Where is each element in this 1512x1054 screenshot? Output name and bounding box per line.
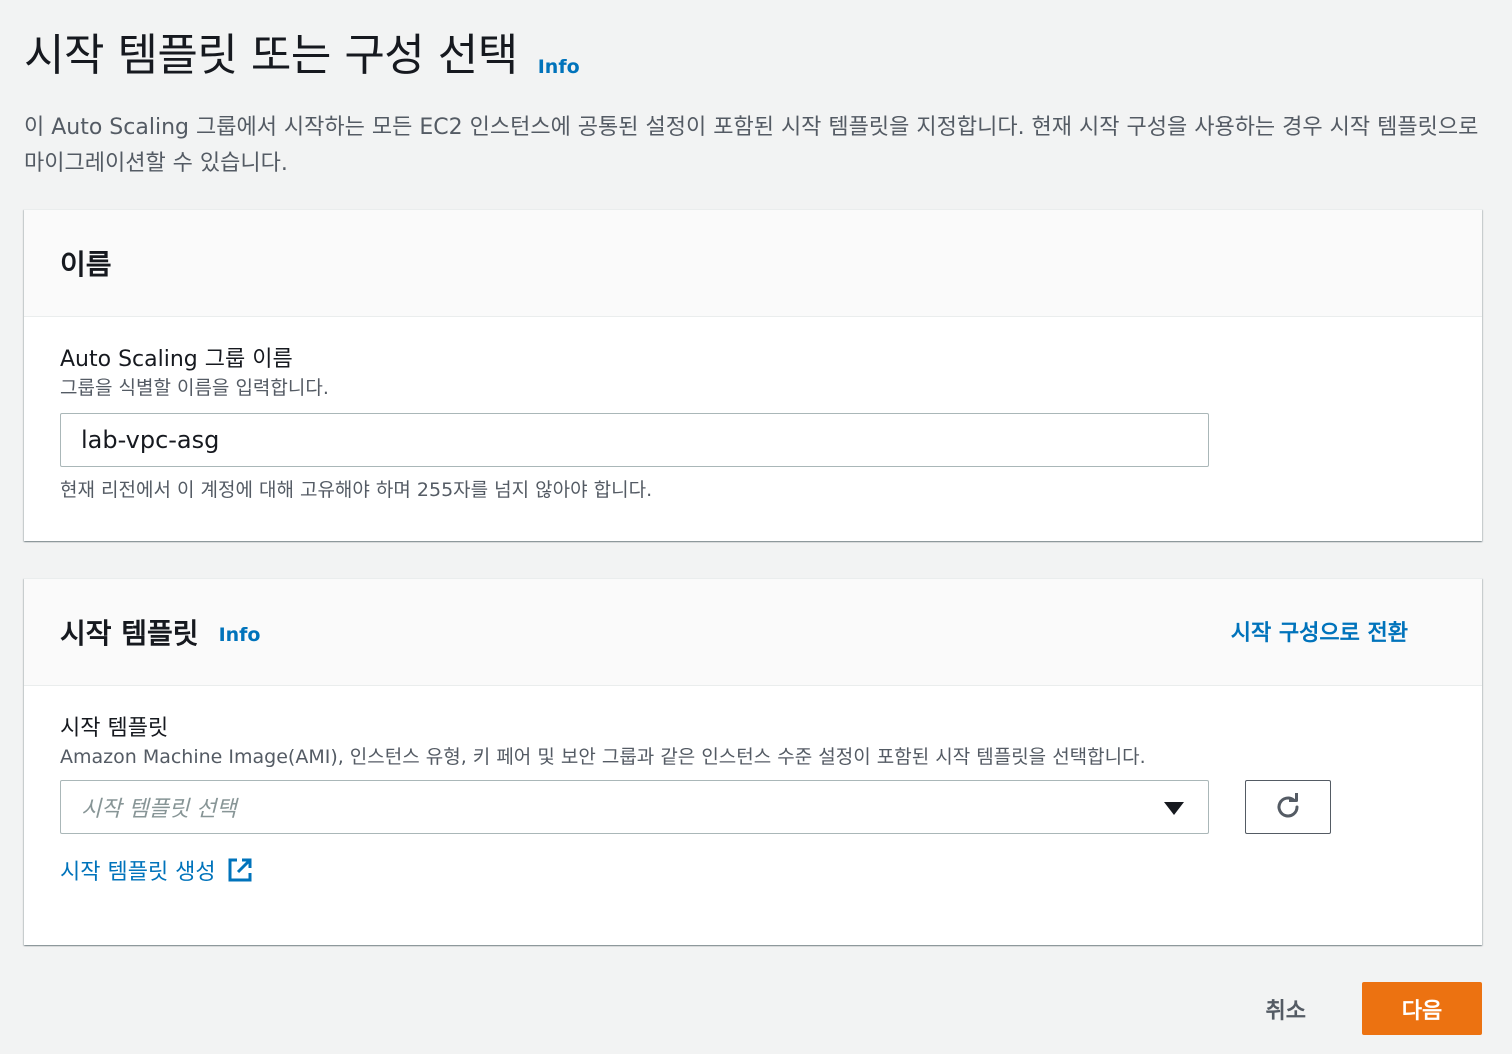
launch-template-description: Amazon Machine Image(AMI), 인스턴스 유형, 키 페어… xyxy=(60,746,1146,768)
page-description: 이 Auto Scaling 그룹에서 시작하는 모든 EC2 인스턴스에 공통… xyxy=(24,115,1479,176)
switch-to-launch-config-link[interactable]: 시작 구성으로 전환 xyxy=(1231,615,1408,647)
page-info-link[interactable]: Info xyxy=(538,56,580,78)
external-link-icon xyxy=(226,856,254,884)
caret-down-icon xyxy=(1164,802,1184,815)
launch-template-label: 시작 템플릿 xyxy=(60,716,169,741)
launch-template-panel: 시작 템플릿 Info 시작 구성으로 전환 시작 템플릿 Amazon Mac… xyxy=(24,578,1482,945)
page-header: 시작 템플릿 또는 구성 선택 Info xyxy=(24,28,580,84)
name-panel-title: 이름 xyxy=(60,248,112,281)
name-panel: 이름 Auto Scaling 그룹 이름 그룹을 식별할 이름을 입력합니다.… xyxy=(24,209,1482,541)
launch-template-select[interactable]: 시작 템플릿 선택 xyxy=(60,780,1209,834)
cancel-button[interactable]: 취소 xyxy=(1266,993,1306,1025)
asg-name-description: 그룹을 식별할 이름을 입력합니다. xyxy=(60,377,329,399)
asg-name-label: Auto Scaling 그룹 이름 xyxy=(60,347,293,372)
create-launch-template-link[interactable]: 시작 템플릿 생성 xyxy=(60,854,1446,886)
launch-template-panel-title: 시작 템플릿 xyxy=(60,617,199,650)
launch-template-panel-body: 시작 템플릿 Amazon Machine Image(AMI), 인스턴스 유… xyxy=(24,686,1482,886)
name-panel-header: 이름 xyxy=(24,210,1482,317)
page-title: 시작 템플릿 또는 구성 선택 xyxy=(24,30,518,81)
launch-template-panel-header: 시작 템플릿 Info 시작 구성으로 전환 xyxy=(24,579,1482,686)
launch-template-info-link[interactable]: Info xyxy=(219,624,261,646)
page: 시작 템플릿 또는 구성 선택 Info 이 Auto Scaling 그룹에서… xyxy=(0,0,1512,1054)
launch-template-select-placeholder: 시작 템플릿 선택 xyxy=(81,797,237,822)
footer-actions: 취소 다음 xyxy=(1266,982,1482,1035)
asg-name-constraint: 현재 리전에서 이 계정에 대해 고유해야 하며 255자를 넘지 않아야 합니… xyxy=(60,479,653,501)
refresh-button[interactable] xyxy=(1245,780,1331,834)
create-launch-template-label: 시작 템플릿 생성 xyxy=(60,860,216,885)
name-panel-body: Auto Scaling 그룹 이름 그룹을 식별할 이름을 입력합니다. 현재… xyxy=(24,317,1482,503)
asg-name-input[interactable] xyxy=(60,413,1209,467)
refresh-icon xyxy=(1277,793,1299,818)
next-button[interactable]: 다음 xyxy=(1362,982,1482,1035)
